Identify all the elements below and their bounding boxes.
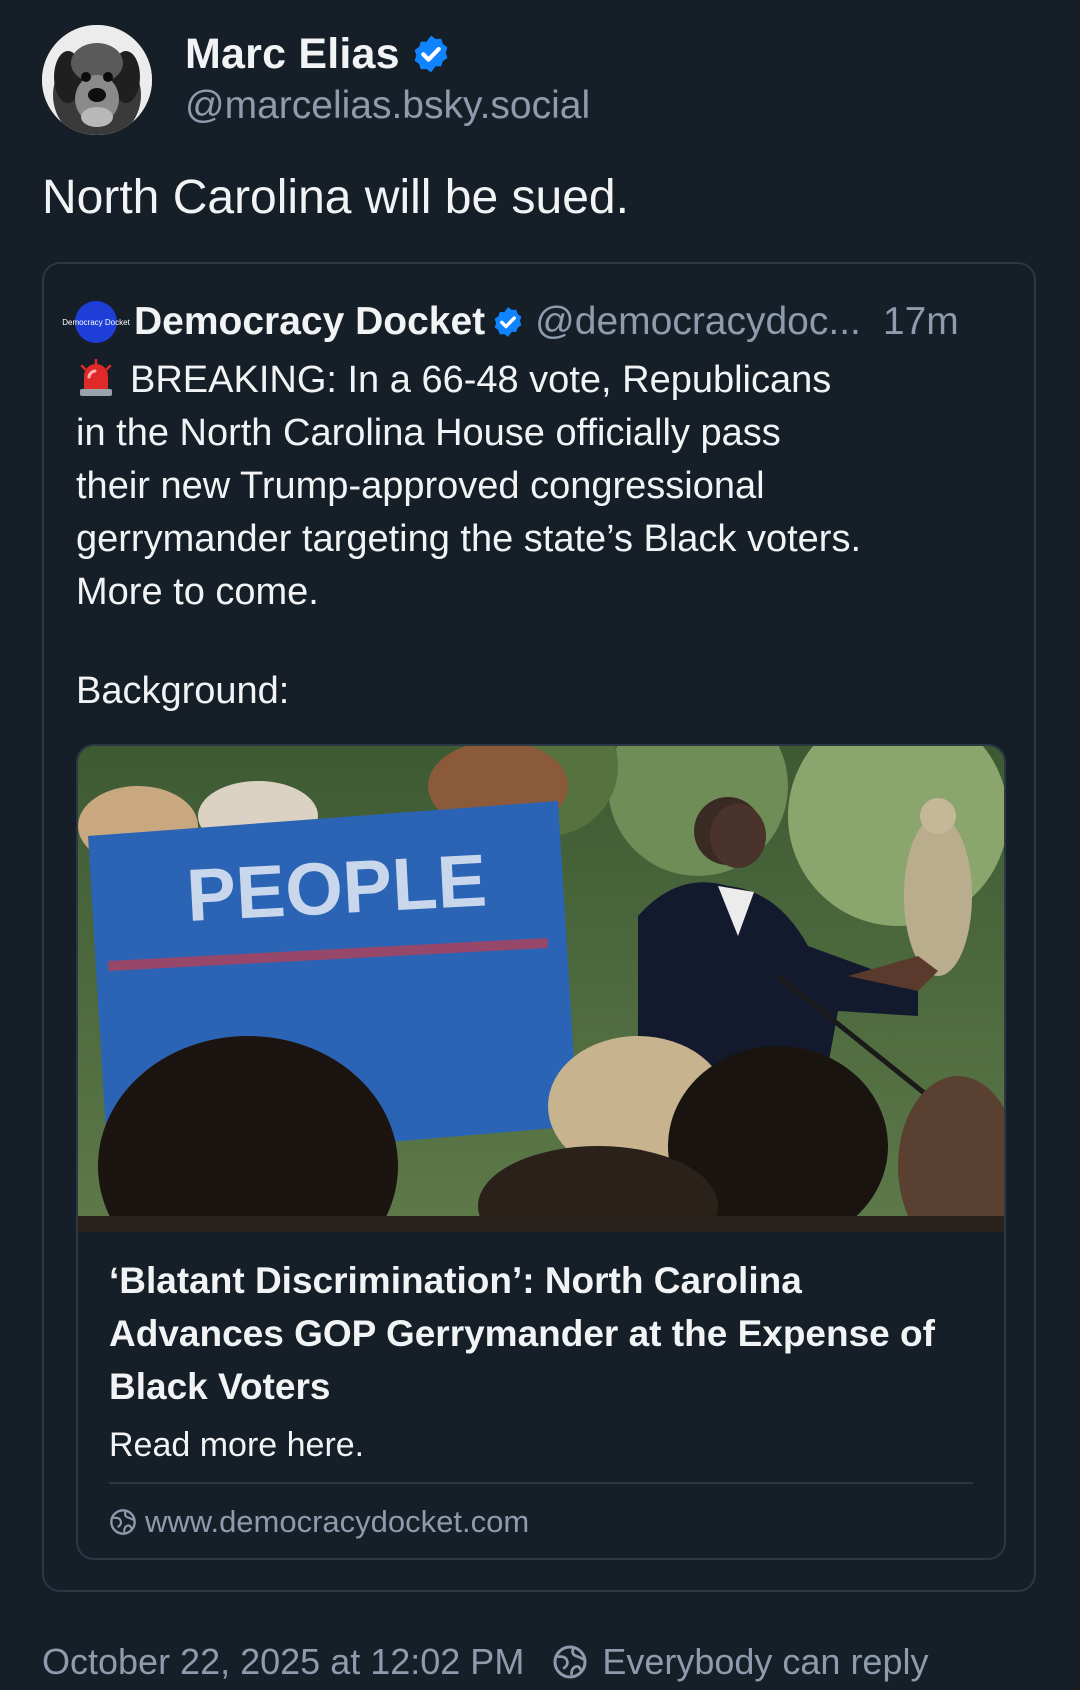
author-handle[interactable]: @marcelias.bsky.social [185,84,590,128]
link-card-image[interactable]: PEOPLE [78,746,1004,1232]
globe-icon [110,1509,136,1535]
sign-text: PEOPLE [184,838,488,937]
quoted-post-line: their new Trump-approved congressional [76,465,765,507]
post-footer: October 22, 2025 at 12:02 PM Everybody c… [42,1637,928,1687]
author-display-name[interactable]: Marc Elias [185,30,400,79]
quoted-post-time: 17m [882,300,959,343]
author-avatar[interactable] [42,25,152,135]
dog-avatar-image [42,25,152,135]
link-card-description: Read more here. [109,1426,365,1464]
quoted-author-display-name[interactable]: Democracy Docket [134,300,485,344]
reply-setting-label[interactable]: Everybody can reply [602,1641,928,1683]
quoted-post-header: Democracy Docket Democracy Docket @democ… [62,292,1015,352]
quoted-author-avatar-text: Democracy Docket [62,317,130,327]
external-link-card[interactable]: PEOPLE ‘Blatant Discrimination’: North C… [76,744,1006,1560]
quoted-post-background-label: Background: [76,670,290,712]
post-text: North Carolina will be sued. [42,171,629,224]
post-timestamp: October 22, 2025 at 12:02 PM [42,1641,525,1682]
link-card-title[interactable]: ‘Blatant Discrimination’: North Carolina… [109,1254,979,1413]
quoted-post-line: in the North Carolina House officially p… [76,412,781,454]
post-detail: Marc Elias @marcelias.bsky.social North … [0,0,1080,1690]
quoted-post-line: More to come. [76,571,319,613]
quoted-post-body: BREAKING: In a 66-48 vote, Republicans i… [76,354,1016,619]
quoted-author-avatar[interactable]: Democracy Docket [62,301,130,343]
quoted-post-line-text: BREAKING: In a 66-48 vote, Republicans [130,359,832,401]
verified-badge-icon[interactable] [410,33,452,75]
quoted-post[interactable]: Democracy Docket Democracy Docket @democ… [42,262,1036,1592]
link-card-domain-row[interactable]: www.democracydocket.com [109,1494,529,1550]
quoted-author-handle[interactable]: @democracydoc... [535,300,861,344]
link-card-domain: www.democracydocket.com [145,1504,530,1539]
link-card-divider [109,1482,973,1484]
author-name-row[interactable]: Marc Elias [185,26,452,82]
everybody-can-reply-icon[interactable] [552,1644,588,1680]
quoted-post-line: gerrymander targeting the state’s Black … [76,518,862,560]
verified-badge-icon [494,307,522,337]
quoted-post-line: BREAKING: In a 66-48 vote, Republicans [76,354,1016,407]
police-siren-emoji-icon [80,358,112,396]
